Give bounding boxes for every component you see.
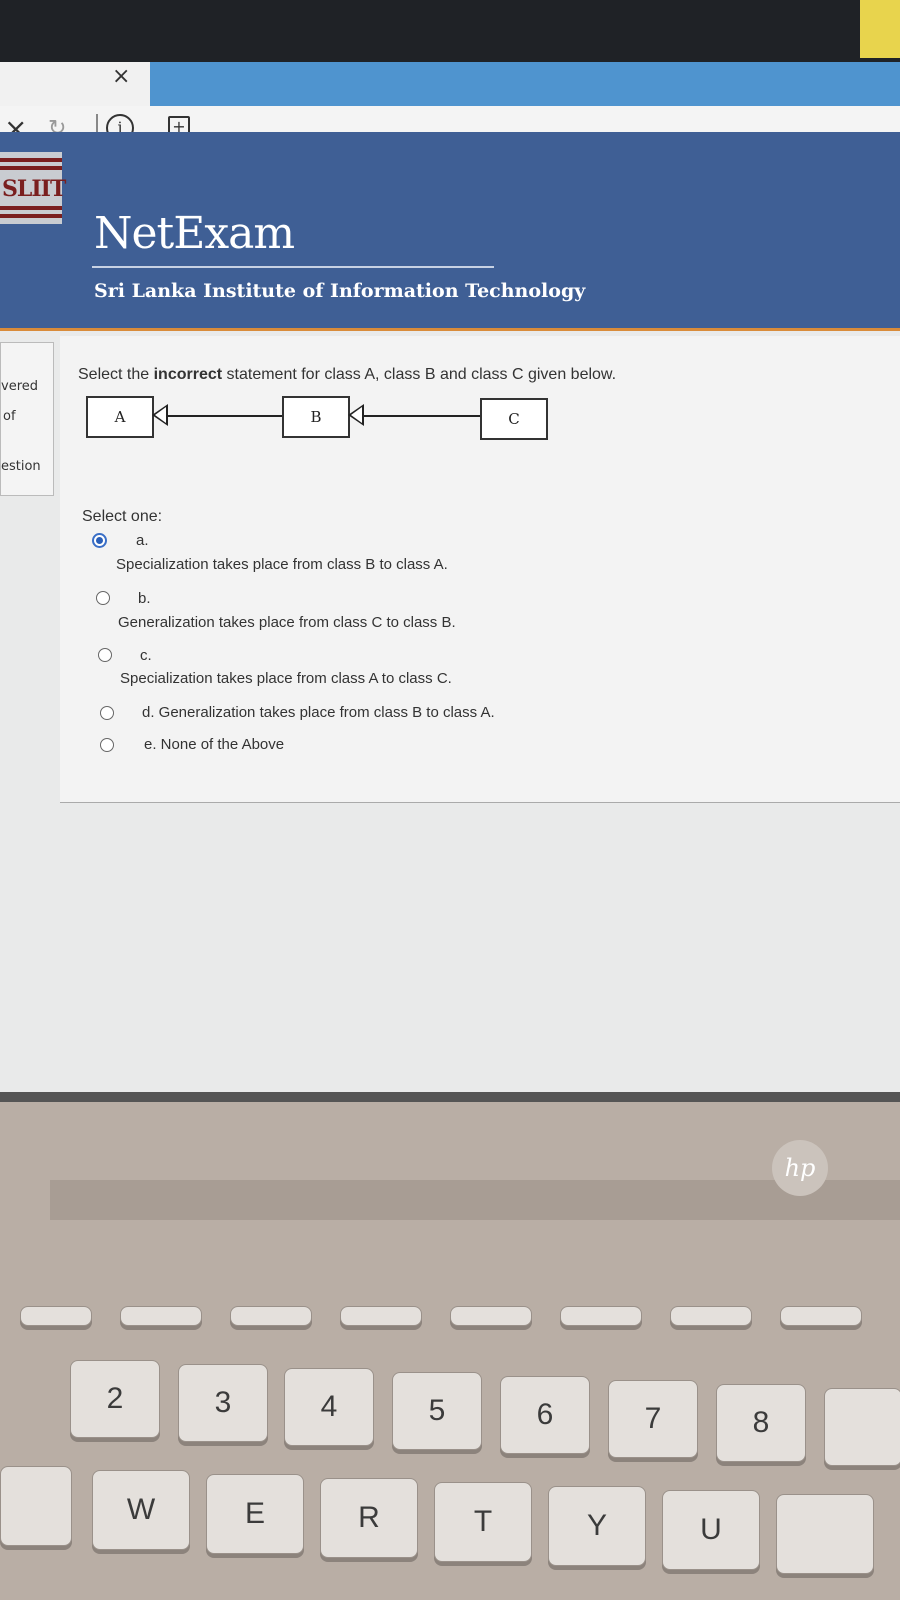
option-d-text[interactable]: d. Generalization takes place from class… — [142, 704, 495, 721]
question-nav-panel: vered of estion — [0, 342, 54, 496]
option-b-text[interactable]: Generalization takes place from class C … — [118, 614, 456, 631]
function-key[interactable] — [120, 1306, 202, 1326]
laptop-hinge — [50, 1180, 900, 1220]
key-e[interactable]: E — [206, 1474, 304, 1554]
key-q[interactable] — [0, 1466, 72, 1546]
question-emphasis: incorrect — [153, 366, 223, 383]
function-key[interactable] — [20, 1306, 92, 1326]
key-i[interactable] — [776, 1494, 874, 1574]
key-7[interactable]: 7 — [608, 1380, 698, 1458]
option-e-text[interactable]: e. None of the Above — [144, 736, 284, 753]
browser-tab-row: × — [0, 62, 900, 106]
key-w[interactable]: W — [92, 1470, 190, 1550]
question-box: Select the incorrect statement for class… — [60, 336, 900, 803]
function-key[interactable] — [560, 1306, 642, 1326]
inheritance-arrow-icon — [152, 404, 168, 426]
key-4[interactable]: 4 — [284, 1368, 374, 1446]
side-text-flag-question[interactable]: estion — [1, 459, 41, 474]
logo-stripe — [0, 166, 62, 170]
logo-stripe — [0, 158, 62, 162]
class-b-box: B — [282, 396, 350, 438]
laptop-top-bezel — [0, 0, 900, 62]
sticky-note — [860, 0, 900, 58]
logo-text: SLIIT — [2, 176, 66, 202]
option-b-radio[interactable] — [96, 591, 110, 605]
key-5[interactable]: 5 — [392, 1372, 482, 1450]
option-c-letter: c. — [140, 647, 152, 664]
option-d-radio[interactable] — [100, 706, 114, 720]
key-u[interactable]: U — [662, 1490, 760, 1570]
sliit-logo: SLIIT — [0, 152, 66, 224]
option-c-radio[interactable] — [98, 648, 112, 662]
key-8[interactable]: 8 — [716, 1384, 806, 1462]
key-9[interactable] — [824, 1388, 900, 1466]
brand-subtitle: Sri Lanka Institute of Information Techn… — [94, 280, 586, 302]
option-c-text[interactable]: Specialization takes place from class A … — [120, 670, 452, 687]
class-c-box: C — [480, 398, 548, 440]
browser-tab[interactable]: × — [0, 62, 150, 106]
option-b-letter: b. — [138, 590, 151, 607]
hp-logo: hp — [772, 1140, 828, 1196]
option-e-radio[interactable] — [100, 738, 114, 752]
key-6[interactable]: 6 — [500, 1376, 590, 1454]
key-y[interactable]: Y — [548, 1486, 646, 1566]
tab-close-icon[interactable]: × — [112, 64, 130, 89]
brand-underline — [92, 266, 494, 268]
key-r[interactable]: R — [320, 1478, 418, 1558]
option-a-radio[interactable] — [92, 533, 107, 548]
function-key[interactable] — [670, 1306, 752, 1326]
key-3[interactable]: 3 — [178, 1364, 268, 1442]
option-a-text[interactable]: Specialization takes place from class B … — [116, 556, 448, 573]
logo-stripe — [0, 206, 62, 210]
function-key[interactable] — [230, 1306, 312, 1326]
logo-stripe — [0, 214, 62, 218]
select-one-label: Select one: — [82, 508, 163, 525]
key-t[interactable]: T — [434, 1482, 532, 1562]
function-key[interactable] — [450, 1306, 532, 1326]
function-key[interactable] — [340, 1306, 422, 1326]
inheritance-arrow-icon — [348, 404, 364, 426]
key-2[interactable]: 2 — [70, 1360, 160, 1438]
side-text-answered: vered — [1, 379, 39, 394]
header-divider — [0, 328, 900, 331]
browser-tab-strip — [150, 62, 900, 106]
question-text: Select the incorrect statement for class… — [78, 366, 617, 383]
class-a-box: A — [86, 396, 154, 438]
brand-title: NetExam — [94, 208, 295, 259]
function-key[interactable] — [780, 1306, 862, 1326]
connector-b-c — [362, 415, 480, 417]
option-a-letter: a. — [136, 532, 149, 549]
side-text-of: of — [3, 409, 16, 424]
